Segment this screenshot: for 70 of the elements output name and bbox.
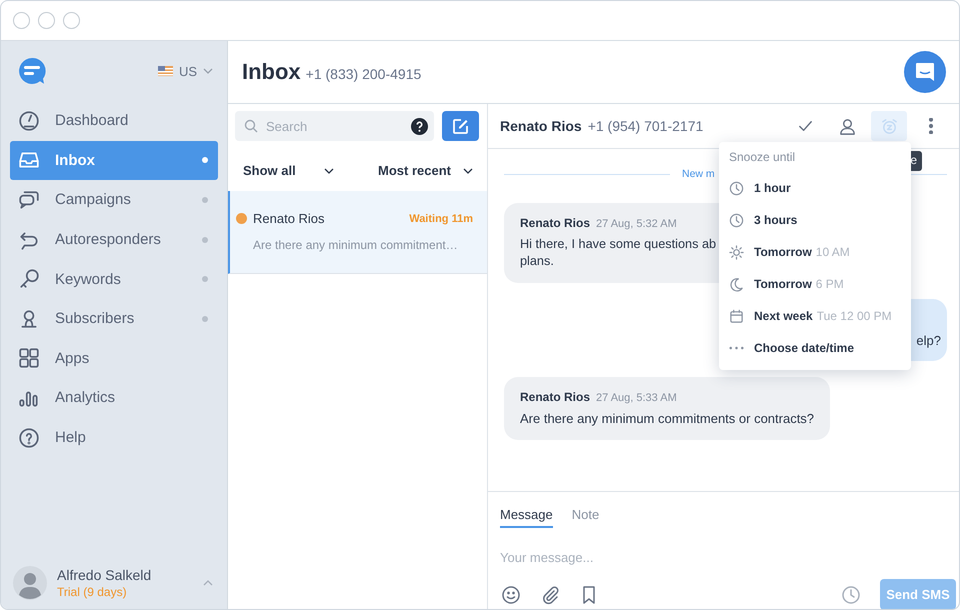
- message-text: plans.: [520, 253, 554, 270]
- menu-item[interactable]: Tomorrow 6 PM: [719, 268, 911, 300]
- gauge-icon: [18, 110, 40, 132]
- menu-item[interactable]: Next week Tue 12 00 PM: [719, 300, 911, 332]
- menu-title: Snooze until: [728, 150, 796, 164]
- flag-icon: [158, 66, 173, 76]
- search-icon: [244, 119, 258, 133]
- phone-number: +1 (833) 200-4915: [306, 66, 422, 82]
- sidebar-item[interactable]: Subscribers: [10, 298, 218, 339]
- clock-icon[interactable]: [841, 584, 861, 604]
- clock-icon: [729, 180, 744, 196]
- new-messages-label: New m: [682, 168, 715, 180]
- message-author: Renato Rios: [520, 390, 590, 404]
- sidebar-item[interactable]: Keywords: [10, 259, 218, 299]
- edit-icon: [452, 118, 469, 134]
- chevron-down-icon: [463, 168, 473, 174]
- message-author: Renato Rios: [520, 216, 590, 230]
- trial-status: Trial (9 days): [57, 585, 128, 599]
- message-text: elp?: [916, 332, 941, 349]
- search-input[interactable]: Search: [264, 118, 405, 134]
- waiting-status: Waiting 11m: [409, 212, 473, 224]
- conversation-item[interactable]: Renato Rios Waiting 11m Are there any minimum commitment…: [228, 191, 487, 274]
- sidebar-item[interactable]: Analytics: [10, 378, 218, 418]
- avatar-silhouette: [13, 566, 47, 600]
- message-time: 27 Aug, 5:32 AM: [596, 218, 677, 230]
- key-icon: [18, 268, 40, 290]
- contact-name: Renato Rios: [500, 118, 582, 134]
- message-time: 27 Aug, 5:33 AM: [596, 392, 677, 404]
- sidebar-item[interactable]: Inbox: [10, 140, 218, 180]
- sidebar-item[interactable]: Dashboard: [10, 101, 218, 141]
- clock-icon: [729, 212, 744, 228]
- filter-dropdown[interactable]: Most recent: [378, 163, 473, 178]
- moon-icon: [729, 276, 744, 292]
- chat-support-icon[interactable]: [904, 51, 946, 93]
- help-icon[interactable]: [411, 118, 428, 134]
- chat-bubbles-icon: [18, 188, 40, 211]
- calendar-icon: [729, 308, 744, 324]
- menu-item[interactable]: Choose date/time: [719, 332, 911, 364]
- question-circle-icon: [18, 426, 40, 449]
- menu-item[interactable]: 3 hours: [719, 204, 911, 236]
- person-icon: [838, 116, 856, 136]
- compose-button[interactable]: [442, 111, 479, 141]
- filter-dropdown[interactable]: Show all: [243, 163, 334, 178]
- sun-icon: [729, 244, 744, 260]
- more-icon: [729, 346, 744, 350]
- message-text: Are there any minimum commitments or contracts?: [520, 410, 814, 427]
- chevron-down-icon: [203, 68, 213, 74]
- page-title: Inbox: [242, 59, 301, 85]
- chat-logo-icon[interactable]: [17, 56, 47, 86]
- message-text: Hi there, I have some questions ab: [520, 236, 716, 253]
- menu-item[interactable]: 1 hour: [719, 172, 911, 204]
- paperclip-icon[interactable]: [540, 584, 560, 604]
- more-icon: [929, 118, 933, 134]
- country-selector[interactable]: US: [158, 64, 213, 78]
- contact-name: Renato Rios: [253, 211, 326, 226]
- sidebar-item[interactable]: Autoresponders: [10, 220, 218, 260]
- sidebar-item[interactable]: Campaigns: [10, 180, 218, 220]
- sidebar-item[interactable]: Apps: [10, 338, 218, 378]
- composer-tab[interactable]: Message: [500, 507, 553, 528]
- search-bar[interactable]: Search: [235, 111, 434, 141]
- chevron-down-icon: [324, 168, 334, 174]
- grid-icon: [18, 347, 40, 370]
- sidebar-item[interactable]: Help: [10, 418, 218, 458]
- user-name: Alfredo Salkeld: [57, 567, 152, 583]
- composer-tab[interactable]: Note: [572, 507, 600, 528]
- phone-number: +1 (954) 701-2171: [588, 118, 704, 134]
- emoji-icon[interactable]: [501, 584, 521, 604]
- menu-item[interactable]: Tomorrow 10 AM: [719, 236, 911, 268]
- alarm-clock-icon: [880, 116, 898, 136]
- message-preview: Are there any minimum commitment…: [253, 238, 459, 252]
